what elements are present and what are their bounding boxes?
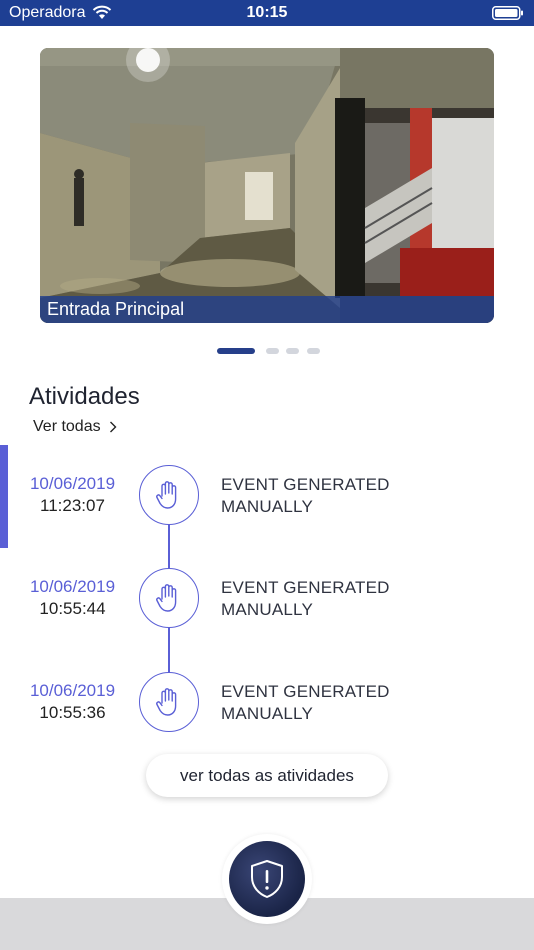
camera-card[interactable]: Entrada Principal	[40, 48, 494, 323]
event-date: 10/06/2019	[29, 577, 116, 596]
event-description-line2: MANUALLY	[221, 600, 313, 619]
see-all-label: Ver todas	[33, 418, 101, 435]
event-icon-circle	[139, 672, 199, 732]
shield-alert-icon	[251, 860, 283, 898]
event-icon-circle	[139, 465, 199, 525]
page-dot[interactable]	[307, 348, 320, 354]
hand-icon	[156, 481, 177, 509]
chevron-right-icon	[109, 421, 117, 433]
event-description: EVENT GENERATED MANUALLY	[221, 474, 390, 518]
page-indicator	[0, 348, 534, 356]
event-description: EVENT GENERATED MANUALLY	[221, 681, 390, 725]
event-time: 10:55:36	[39, 703, 106, 722]
event-time: 10:55:44	[39, 599, 106, 618]
status-time: 10:15	[246, 4, 288, 21]
event-description-line1: EVENT GENERATED	[221, 682, 390, 701]
event-date: 10/06/2019	[29, 681, 116, 700]
event-time: 11:23:07	[40, 496, 105, 515]
page-dot-active[interactable]	[217, 348, 255, 354]
activity-item[interactable]: 10/06/2019 10:55:44 EVENT GENERATED MANU…	[0, 568, 534, 628]
see-all-link[interactable]: Ver todas	[33, 418, 117, 436]
event-icon-circle	[139, 568, 199, 628]
see-all-activities-button[interactable]: ver todas as atividades	[146, 754, 388, 797]
activity-item[interactable]: 10/06/2019 11:23:07 EVENT GENERATED MANU…	[0, 465, 534, 525]
camera-feed-image	[40, 48, 494, 323]
hand-icon	[156, 688, 177, 716]
page-dot[interactable]	[286, 348, 299, 354]
activity-item[interactable]: 10/06/2019 10:55:36 EVENT GENERATED MANU…	[0, 672, 534, 732]
battery-icon	[492, 6, 523, 20]
event-description-line1: EVENT GENERATED	[221, 578, 390, 597]
event-date: 10/06/2019	[29, 474, 116, 493]
page-dot[interactable]	[266, 348, 279, 354]
event-description: EVENT GENERATED MANUALLY	[221, 577, 390, 621]
event-description-line2: MANUALLY	[221, 704, 313, 723]
status-bar: Operadora 10:15	[0, 0, 534, 26]
event-description-line1: EVENT GENERATED	[221, 475, 390, 494]
event-description-line2: MANUALLY	[221, 497, 313, 516]
panic-button[interactable]	[229, 841, 305, 917]
hand-icon	[156, 584, 177, 612]
camera-caption: Entrada Principal	[40, 296, 494, 323]
activities-title: Atividades	[29, 383, 140, 410]
app-screen: Operadora 10:15 Entrada Principal Ativid…	[0, 0, 534, 950]
